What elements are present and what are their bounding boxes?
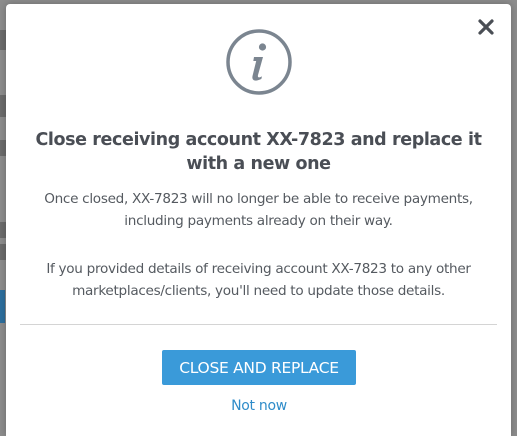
background-accent: [0, 290, 5, 323]
divider: [20, 324, 497, 325]
dialog-description-closure: Once closed, XX-7823 will no longer be a…: [44, 191, 473, 229]
info-icon: [225, 28, 293, 96]
dialog-description-update-details: If you provided details of receiving acc…: [46, 261, 471, 299]
confirmation-dialog: Close receiving account XX-7823 and repl…: [6, 4, 511, 436]
close-icon: [478, 19, 494, 35]
not-now-link[interactable]: Not now: [159, 398, 359, 414]
close-and-replace-button[interactable]: CLOSE AND REPLACE: [162, 350, 356, 385]
close-button[interactable]: [475, 16, 497, 38]
dialog-title: Close receiving account XX-7823 and repl…: [35, 130, 482, 174]
